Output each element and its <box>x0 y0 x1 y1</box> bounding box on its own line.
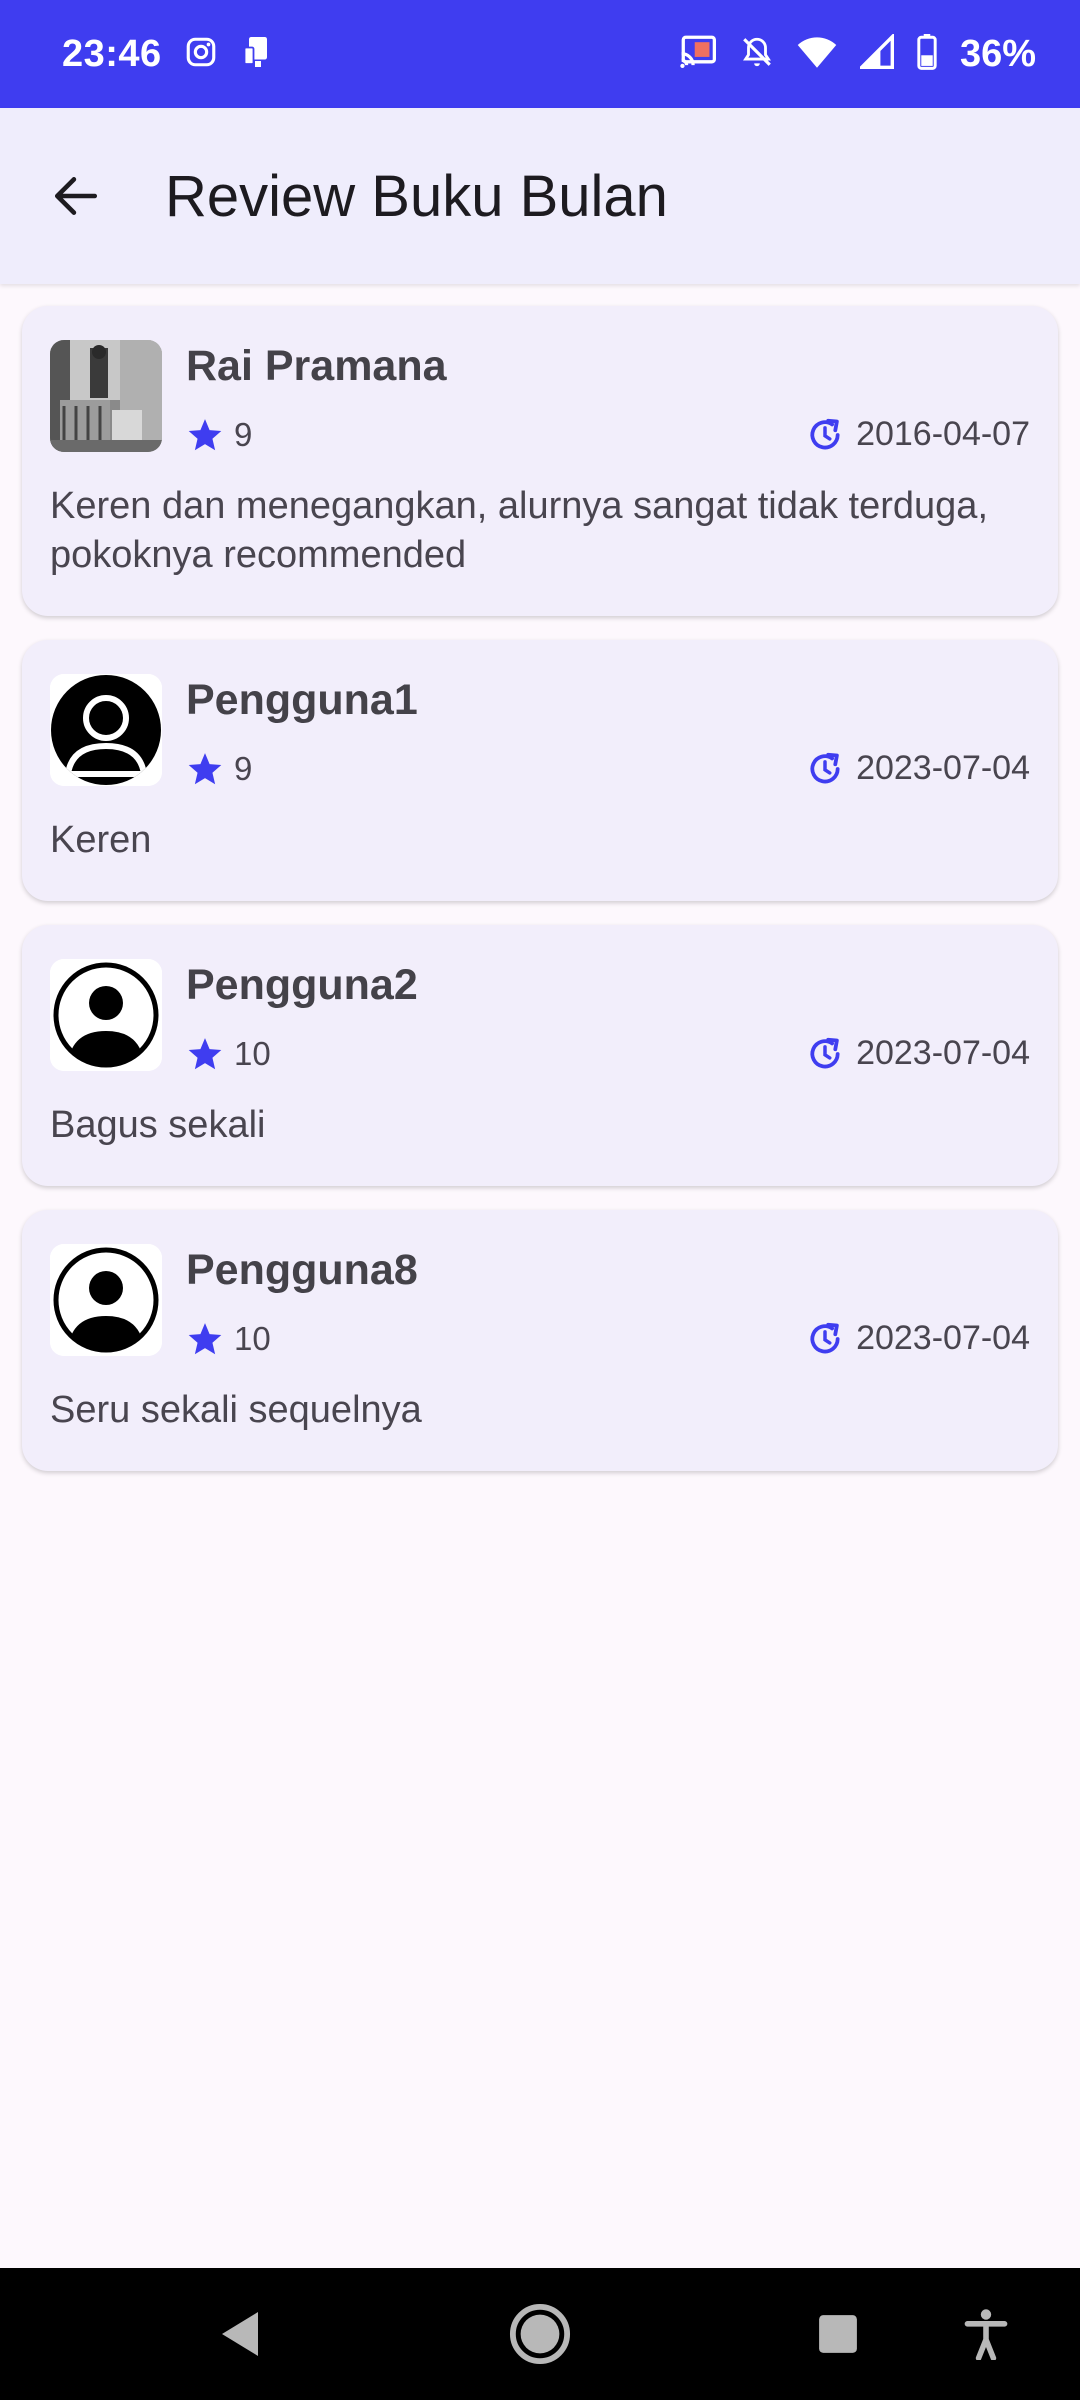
update-icon <box>810 418 840 449</box>
user-name: Pengguna8 <box>186 1246 418 1294</box>
review-date: 2023-07-04 <box>806 749 1030 788</box>
star-icon <box>188 1037 222 1069</box>
update-icon <box>810 1037 840 1068</box>
device-icon <box>240 34 276 75</box>
status-left: 23:46 <box>62 33 276 76</box>
star-icon <box>188 418 222 450</box>
home-circle-icon <box>509 2303 571 2365</box>
update-icon <box>810 752 840 783</box>
review-text: Keren <box>50 819 152 861</box>
accessibility-icon <box>964 2309 1008 2360</box>
rating-value: 10 <box>234 1034 271 1072</box>
rating: 10 <box>186 1320 271 1358</box>
review-card[interactable]: Pengguna2 10 2023-07-04 Bagus sekali <box>22 925 1058 1186</box>
avatar <box>50 340 162 452</box>
nav-accessibility-button[interactable] <box>926 2268 1046 2400</box>
review-text: Seru sekali sequelnya <box>50 1389 422 1431</box>
date-value: 2016-04-07 <box>856 415 1030 453</box>
review-date: 2023-07-04 <box>806 1319 1030 1358</box>
nav-home-button[interactable] <box>480 2268 600 2400</box>
default-avatar-icon <box>50 674 162 786</box>
star-icon <box>188 752 222 784</box>
rating: 9 <box>186 750 252 788</box>
status-time: 23:46 <box>62 32 162 75</box>
date-value: 2023-07-04 <box>856 749 1030 787</box>
nav-recents-button[interactable] <box>778 2268 898 2400</box>
page-title: Review Buku Bulan <box>165 163 668 229</box>
rating: 9 <box>186 416 252 454</box>
review-text: Keren dan menegangkan, alurnya sangat ti… <box>50 485 988 576</box>
wifi-icon <box>796 34 838 75</box>
recents-square-icon <box>819 2315 857 2353</box>
rating-value: 9 <box>234 749 253 787</box>
battery-icon <box>916 33 938 75</box>
battery-percentage: 36% <box>959 32 1036 75</box>
user-name: Pengguna1 <box>186 676 418 724</box>
review-list: Rai Pramana 9 2016-04-07 Keren dan meneg… <box>22 306 1058 1495</box>
review-text: Bagus sekali <box>50 1104 266 1146</box>
rating: 10 <box>186 1035 271 1073</box>
default-avatar-icon <box>50 959 162 1071</box>
avatar <box>50 1244 162 1356</box>
avatar <box>50 959 162 1071</box>
user-name: Rai Pramana <box>186 342 447 390</box>
date-value: 2023-07-04 <box>856 1319 1030 1357</box>
arrow-back-icon <box>54 177 98 215</box>
default-avatar-icon <box>50 1244 162 1356</box>
avatar <box>50 674 162 786</box>
instagram-icon <box>184 35 218 74</box>
back-triangle-icon <box>222 2312 258 2356</box>
update-icon <box>810 1322 840 1353</box>
navigation-bar <box>0 2268 1080 2400</box>
review-card[interactable]: Pengguna1 9 2023-07-04 Keren <box>22 640 1058 901</box>
review-date: 2016-04-07 <box>806 415 1030 454</box>
app-bar: Review Buku Bulan <box>0 108 1080 284</box>
bell-off-icon <box>740 34 774 75</box>
rating-value: 10 <box>234 1319 271 1357</box>
signal-icon <box>857 32 894 75</box>
review-date: 2023-07-04 <box>806 1034 1030 1073</box>
user-photo <box>50 340 162 452</box>
status-bar: 23:46 36% <box>0 0 1080 108</box>
status-right: 36% <box>678 32 1036 76</box>
user-name: Pengguna2 <box>186 961 418 1009</box>
rating-value: 9 <box>234 415 253 453</box>
star-icon <box>188 1322 222 1354</box>
review-card[interactable]: Rai Pramana 9 2016-04-07 Keren dan meneg… <box>22 306 1058 616</box>
back-button[interactable] <box>16 136 136 256</box>
date-value: 2023-07-04 <box>856 1034 1030 1072</box>
review-card[interactable]: Pengguna8 10 2023-07-04 Seru sekali sequ… <box>22 1210 1058 1471</box>
cast-icon <box>678 34 718 75</box>
nav-back-button[interactable] <box>180 2268 300 2400</box>
